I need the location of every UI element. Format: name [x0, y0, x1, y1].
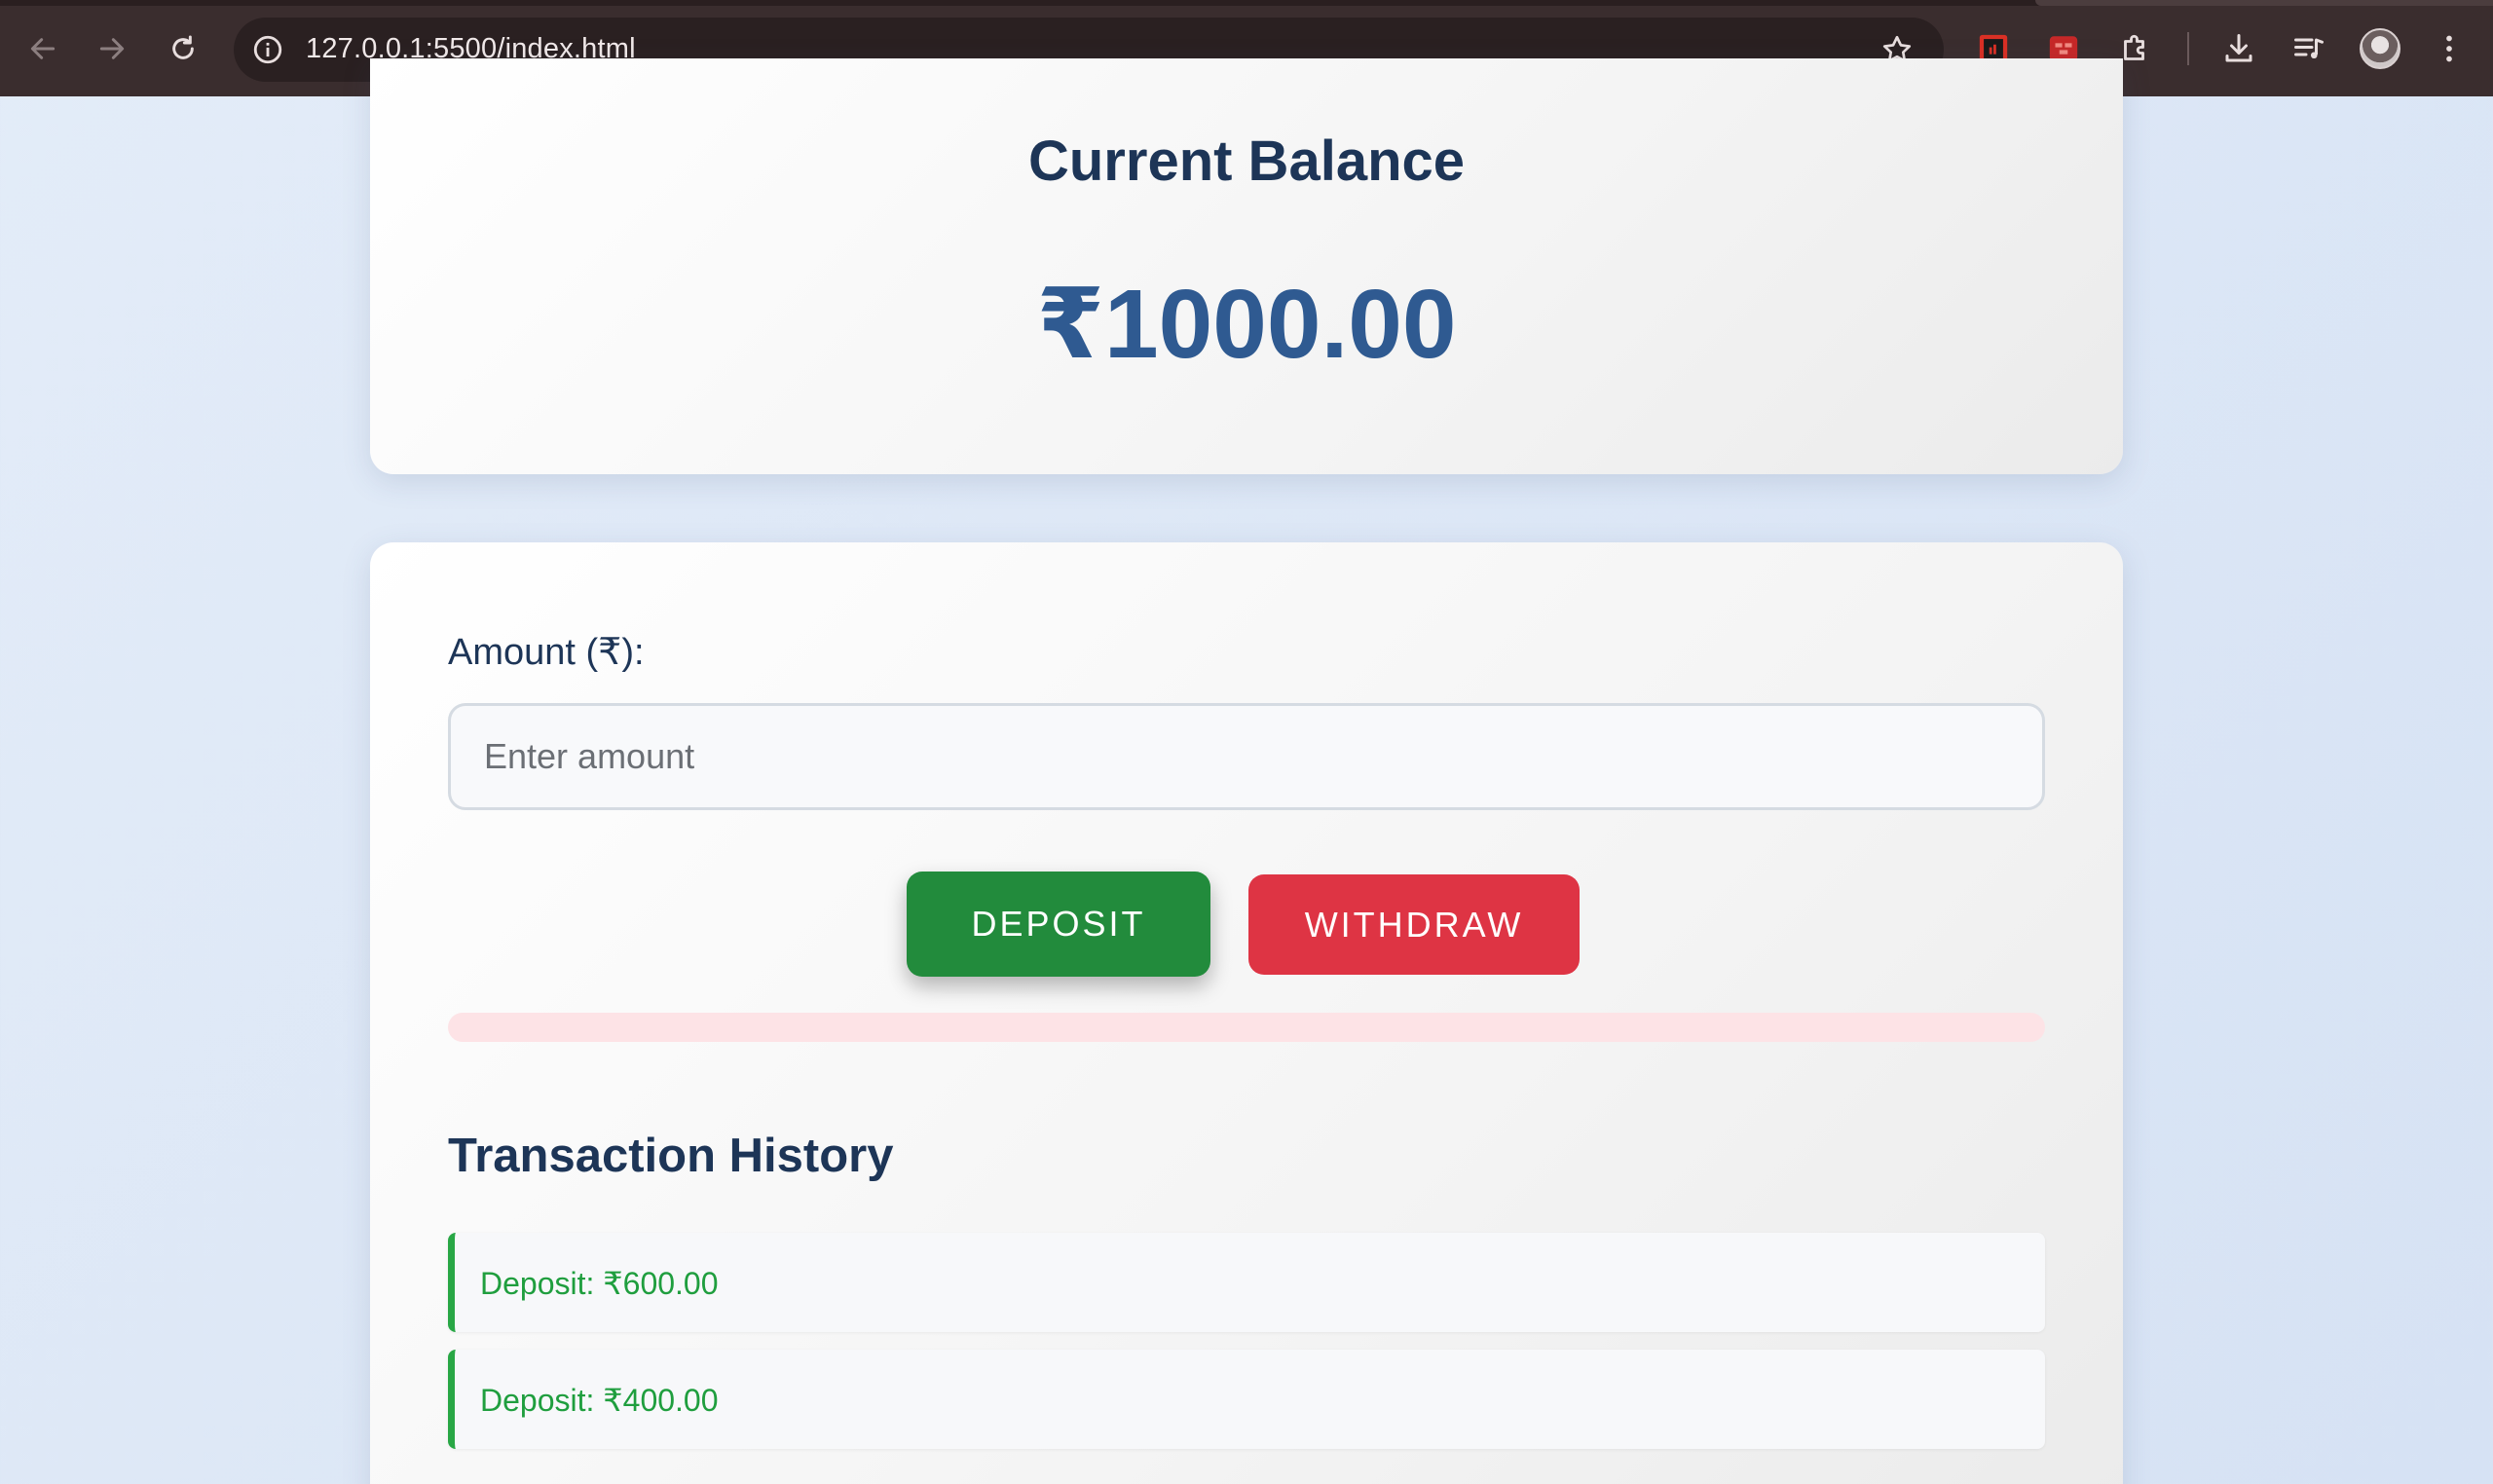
transaction-history-list: Deposit: ₹600.00 Deposit: ₹400.00 [448, 1233, 2045, 1466]
amount-label: Amount (₹): [448, 632, 645, 673]
back-arrow-icon[interactable] [19, 25, 66, 72]
forward-arrow-icon[interactable] [89, 25, 135, 72]
balance-title: Current Balance [1027, 130, 1466, 193]
site-info-icon[interactable] [251, 33, 284, 66]
balance-amount: ₹1000.00 [1036, 270, 1457, 379]
transaction-text: Deposit: ₹600.00 [480, 1266, 719, 1301]
balance-card: Current Balance ₹1000.00 [370, 58, 2123, 474]
amount-input[interactable] [448, 703, 2045, 810]
list-item: Deposit: ₹600.00 [448, 1233, 2045, 1332]
more-menu-icon[interactable] [2430, 29, 2469, 68]
withdraw-button[interactable]: WITHDRAW [1248, 874, 1580, 975]
status-message [448, 1013, 2045, 1042]
deposit-button[interactable]: DEPOSIT [907, 872, 1210, 977]
download-icon[interactable] [2219, 29, 2258, 68]
transaction-text: Deposit: ₹400.00 [480, 1383, 719, 1418]
profile-avatar-icon[interactable] [2360, 28, 2400, 69]
media-playlist-icon[interactable] [2289, 29, 2328, 68]
transaction-card: Amount (₹): DEPOSIT WITHDRAW Transaction… [370, 542, 2123, 1484]
reload-icon[interactable] [160, 25, 206, 72]
list-item: Deposit: ₹400.00 [448, 1350, 2045, 1449]
toolbar-divider [2187, 32, 2189, 65]
tab-strip [0, 0, 2493, 6]
transaction-history-title: Transaction History [448, 1130, 894, 1182]
